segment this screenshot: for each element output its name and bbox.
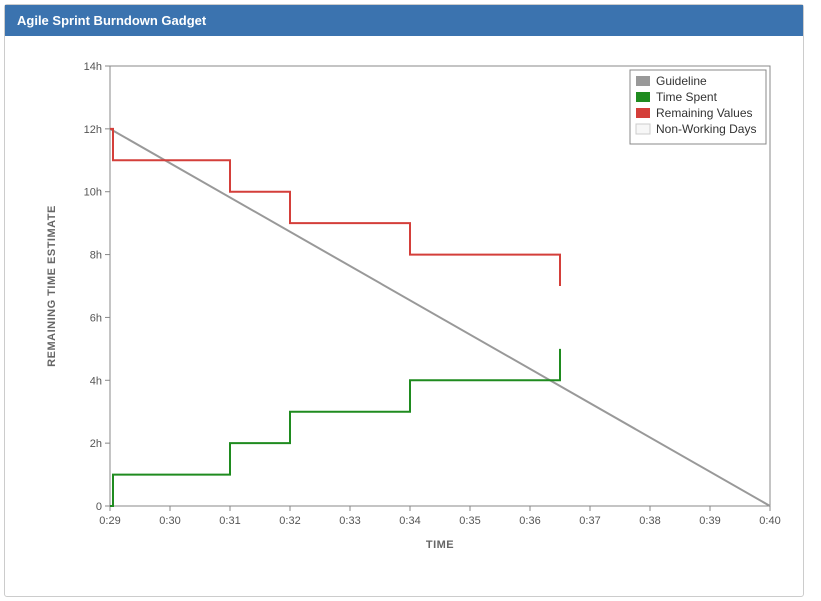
widget-header: Agile Sprint Burndown Gadget [5, 5, 803, 36]
legend-label: Non-Working Days [656, 122, 756, 136]
x-tick-label: 0:33 [339, 515, 360, 527]
legend-swatch [636, 76, 650, 86]
y-tick-label: 14h [84, 61, 102, 73]
x-tick-label: 0:30 [159, 515, 180, 527]
legend-swatch [636, 108, 650, 118]
x-tick-label: 0:39 [699, 515, 720, 527]
x-tick-label: 0:31 [219, 515, 240, 527]
widget-body: 0 2h 4h 6h 8h 10h 12h 14h 0:29 0:30 0:31 0:32 0:33 0:… [5, 36, 803, 596]
series-guideline [110, 129, 770, 506]
legend-label: Guideline [656, 74, 707, 88]
y-tick-label: 4h [90, 375, 102, 387]
y-tick-label: 8h [90, 250, 102, 262]
y-tick-label: 6h [90, 312, 102, 324]
x-tick-label: 0:40 [759, 515, 780, 527]
legend-label: Remaining Values [656, 106, 753, 120]
burndown-chart: 0 2h 4h 6h 8h 10h 12h 14h 0:29 0:30 0:31 0:32 0:33 0:… [25, 56, 785, 566]
x-axis-label: TIME [426, 539, 454, 551]
y-axis-label: REMAINING TIME ESTIMATE [46, 205, 58, 367]
y-tick-label: 0 [96, 501, 102, 513]
widget-title: Agile Sprint Burndown Gadget [17, 13, 206, 28]
x-tick-label: 0:29 [99, 515, 120, 527]
x-tick-label: 0:35 [459, 515, 480, 527]
legend-swatch [636, 124, 650, 134]
x-tick-label: 0:38 [639, 515, 660, 527]
x-tick-label: 0:36 [519, 515, 540, 527]
burndown-widget: Agile Sprint Burndown Gadget 0 2h 4h 6h 8h 10… [4, 4, 804, 597]
x-tick-label: 0:34 [399, 515, 420, 527]
x-tick-label: 0:37 [579, 515, 600, 527]
legend-swatch [636, 92, 650, 102]
y-tick-label: 2h [90, 438, 102, 450]
series-remaining-values [110, 129, 560, 286]
y-tick-label: 10h [84, 187, 102, 199]
y-tick-label: 12h [84, 124, 102, 136]
x-tick-label: 0:32 [279, 515, 300, 527]
legend-label: Time Spent [656, 90, 718, 104]
series-time-spent [110, 349, 560, 506]
